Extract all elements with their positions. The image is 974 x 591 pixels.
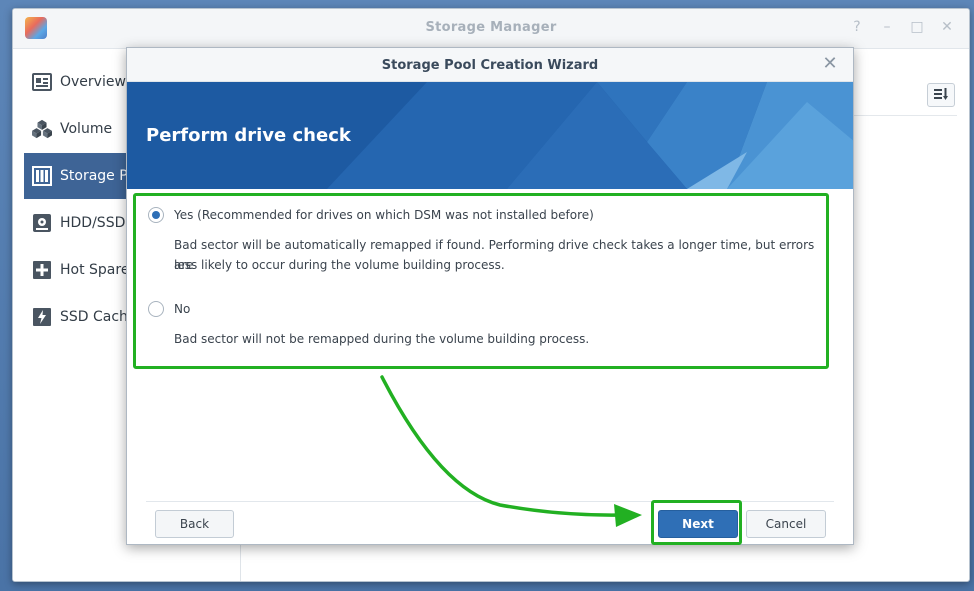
close-icon[interactable]: ✕ xyxy=(821,55,839,73)
cancel-button[interactable]: Cancel xyxy=(746,510,826,538)
minimize-icon[interactable]: – xyxy=(879,19,895,35)
wizard-titlebar: Storage Pool Creation Wizard ✕ xyxy=(127,48,853,82)
hdd-icon xyxy=(32,213,52,233)
hot-spare-plus-icon xyxy=(32,260,52,280)
options-highlight-box xyxy=(133,193,829,369)
wizard-heading: Perform drive check xyxy=(146,125,351,146)
volume-cubes-icon xyxy=(32,119,52,139)
ssd-cache-bolt-icon xyxy=(32,307,52,327)
wizard-banner: Perform drive check xyxy=(127,82,853,189)
close-window-icon[interactable]: ✕ xyxy=(939,19,955,35)
sidebar-item-label: Volume xyxy=(60,121,113,137)
sidebar-item-label: Hot Spare xyxy=(60,262,130,278)
window-controls: ? – □ ✕ xyxy=(849,19,955,35)
sidebar-item-label: HDD/SSD xyxy=(60,215,126,231)
back-button[interactable]: Back xyxy=(155,510,234,538)
sidebar-item-label: Storage Po xyxy=(60,168,136,184)
wizard-title: Storage Pool Creation Wizard xyxy=(381,58,599,73)
next-highlight-box xyxy=(651,500,742,545)
storage-pool-icon xyxy=(32,166,52,186)
maximize-icon[interactable]: □ xyxy=(909,19,925,35)
sort-icon xyxy=(933,86,949,105)
sidebar-item-label: SSD Cach xyxy=(60,309,128,325)
window-title: Storage Manager xyxy=(425,20,557,35)
sidebar-item-label: Overview xyxy=(60,74,126,90)
window-titlebar: Storage Manager ? – □ ✕ xyxy=(13,9,969,49)
sort-button[interactable] xyxy=(927,83,955,107)
help-icon[interactable]: ? xyxy=(849,19,865,35)
overview-icon xyxy=(32,72,52,92)
